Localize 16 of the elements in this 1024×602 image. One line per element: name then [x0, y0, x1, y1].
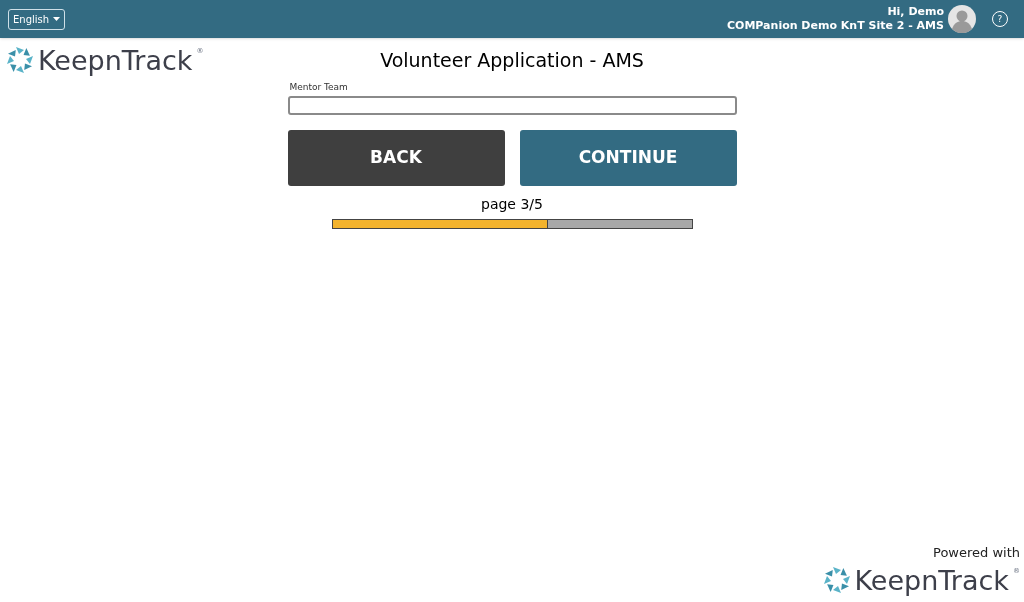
powered-with-text: Powered with — [933, 543, 1020, 562]
star-ring-icon — [822, 566, 851, 594]
avatar-icon[interactable] — [948, 5, 976, 33]
site-name: COMPanion Demo KnT Site 2 - AMS — [727, 19, 944, 33]
continue-button[interactable]: CONTINUE — [519, 130, 737, 186]
page-indicator: page 3/5 — [480, 195, 544, 214]
caret-icon — [53, 17, 61, 21]
logo-text: KeepnTrack — [38, 46, 193, 74]
page-title: Volunteer Application - AMS — [380, 48, 644, 73]
back-button[interactable]: BACK — [287, 130, 505, 186]
user-greeting: Hi, Demo — [887, 5, 944, 19]
logo-text: KeepnTrack — [854, 566, 1009, 594]
star-ring-icon — [6, 46, 34, 74]
field-label: Mentor Team — [288, 80, 349, 94]
input-field[interactable] — [287, 96, 737, 115]
language-dropdown[interactable]: English — [8, 8, 66, 30]
